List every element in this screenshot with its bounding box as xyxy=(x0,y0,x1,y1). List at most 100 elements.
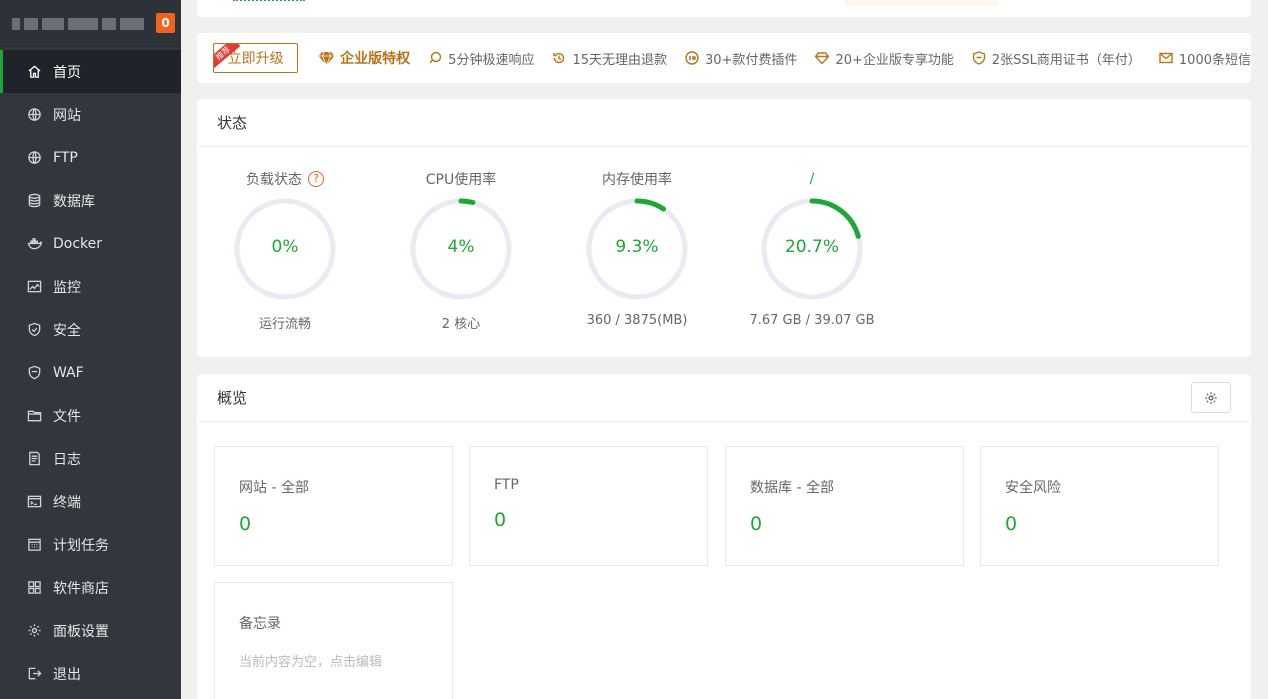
overview-value: 0 xyxy=(750,513,763,535)
gauge-ring: 0% xyxy=(233,197,337,301)
notification-badge[interactable]: 0 xyxy=(156,13,175,33)
gauge-value: 4% xyxy=(447,237,475,257)
overview-security-risk[interactable]: 安全风险 0 xyxy=(980,446,1219,566)
upgrade-banner: 推荐 立即升级 企业版特权 5分钟极速响应 15天无理由退款 30+款付费插件 … xyxy=(197,33,1251,83)
feature-refund[interactable]: 15天无理由退款 xyxy=(552,49,667,68)
terminal-icon xyxy=(26,494,42,510)
feature-exclusive[interactable]: 20+企业版专享功能 xyxy=(815,49,954,68)
overview-websites[interactable]: 网站 - 全部 0 xyxy=(214,446,453,566)
overview-value: 0 xyxy=(494,509,507,531)
feature-plugins[interactable]: 30+款付费插件 xyxy=(685,49,797,68)
sidebar-item-security[interactable]: 安全 xyxy=(0,308,181,351)
overview-label: FTP xyxy=(494,477,519,493)
upgrade-now-button[interactable]: 推荐 立即升级 xyxy=(213,43,299,73)
sidebar-item-settings[interactable]: 面板设置 xyxy=(0,609,181,652)
home-icon xyxy=(26,64,42,80)
gauge-memory[interactable]: 内存使用率 9.3% 360 / 3875(MB) xyxy=(567,169,707,328)
feature-label: 20+企业版专享功能 xyxy=(835,52,954,68)
top-card-partial xyxy=(197,0,1251,17)
sidebar-item-label: WAF xyxy=(53,364,84,381)
plugin-count-icon xyxy=(685,51,699,65)
sidebar-item-label: 退出 xyxy=(53,666,81,683)
overview-label: 网站 - 全部 xyxy=(239,480,309,496)
sidebar-item-docker[interactable]: Docker xyxy=(0,222,181,265)
logout-icon xyxy=(26,666,42,682)
enterprise-title-label: 企业版特权 xyxy=(340,51,411,67)
memo-hint: 当前内容为空，点击编辑 xyxy=(239,655,383,670)
sidebar-item-logout[interactable]: 退出 xyxy=(0,652,181,695)
green-progress-line xyxy=(233,0,305,1)
status-card: 状态 负载状态 ? 0% 运行流畅 CPU使用率 4% 2 核心 内存使用率 9… xyxy=(197,99,1251,357)
sidebar-item-label: 首页 xyxy=(53,64,81,81)
sidebar-item-label: 软件商店 xyxy=(53,580,109,597)
gear-icon xyxy=(1205,391,1217,404)
feature-fast-response[interactable]: 5分钟极速响应 xyxy=(428,49,534,68)
overview-label: 数据库 - 全部 xyxy=(750,480,834,496)
shield-icon xyxy=(26,322,42,338)
gauge-title: CPU使用率 xyxy=(425,172,497,188)
sidebar-item-store[interactable]: 软件商店 xyxy=(0,566,181,609)
sidebar-item-label: 日志 xyxy=(53,451,81,468)
feature-label: 15天无理由退款 xyxy=(572,52,667,68)
overview-settings-button[interactable] xyxy=(1191,382,1231,413)
docker-icon xyxy=(26,236,42,252)
gauge-footnote: 360 / 3875(MB) xyxy=(586,313,688,328)
feature-label: 5分钟极速响应 xyxy=(448,52,535,68)
mail-icon xyxy=(1159,51,1173,65)
sidebar-item-label: FTP xyxy=(53,149,78,166)
sidebar-item-cron[interactable]: 计划任务 xyxy=(0,523,181,566)
database-icon xyxy=(26,193,42,209)
gauge-title: / xyxy=(809,171,815,187)
sidebar-item-monitor[interactable]: 监控 xyxy=(0,265,181,308)
sidebar-item-terminal[interactable]: 终端 xyxy=(0,480,181,523)
sidebar-item-label: 监控 xyxy=(53,279,81,296)
gauge-value: 0% xyxy=(271,237,299,257)
gauge-footnote: 2 核心 xyxy=(441,317,481,332)
monitor-icon xyxy=(26,279,42,295)
sidebar-item-label: 文件 xyxy=(53,408,81,425)
overview-label: 安全风险 xyxy=(1005,480,1061,496)
overview-header: 概览 xyxy=(197,374,1251,422)
brand-bar: 0 xyxy=(0,0,181,47)
calendar-icon xyxy=(26,537,42,553)
sidebar: 0 首页 网站 FTP 数据库 Docker 监控 安全 WAF 文件 日志 终… xyxy=(0,0,181,699)
gauge-ring: 20.7% xyxy=(760,197,864,301)
enterprise-title[interactable]: 企业版特权 xyxy=(318,48,410,68)
folder-icon xyxy=(26,408,42,424)
apps-icon xyxy=(26,580,42,596)
memo-box[interactable]: 备忘录 当前内容为空，点击编辑 xyxy=(214,582,453,699)
sidebar-item-label: 数据库 xyxy=(53,193,95,210)
gauge-value: 9.3% xyxy=(615,237,659,257)
feature-ssl[interactable]: 2张SSL商用证书（年付） xyxy=(972,49,1141,68)
sidebar-item-ftp[interactable]: FTP xyxy=(0,136,181,179)
sidebar-item-label: 网站 xyxy=(53,107,81,124)
gauge-cpu[interactable]: CPU使用率 4% 2 核心 xyxy=(391,169,531,332)
log-icon xyxy=(26,451,42,467)
overview-card: 概览 网站 - 全部 0 FTP 0 数据库 - 全部 0 安全风险 0 备忘录… xyxy=(197,374,1251,699)
overview-title: 概览 xyxy=(217,389,248,407)
diamond-outline-icon xyxy=(815,51,830,65)
sidebar-item-website[interactable]: 网站 xyxy=(0,93,181,136)
sidebar-item-files[interactable]: 文件 xyxy=(0,394,181,437)
sidebar-item-logs[interactable]: 日志 xyxy=(0,437,181,480)
sidebar-item-waf[interactable]: WAF xyxy=(0,351,181,394)
waf-shield-icon xyxy=(26,365,42,381)
sidebar-item-label: 计划任务 xyxy=(53,537,109,554)
gauge-ring: 9.3% xyxy=(585,197,689,301)
sidebar-item-database[interactable]: 数据库 xyxy=(0,179,181,222)
sidebar-item-label: 终端 xyxy=(53,494,81,511)
gauge-disk[interactable]: / 20.7% 7.67 GB / 39.07 GB xyxy=(742,169,882,328)
overview-databases[interactable]: 数据库 - 全部 0 xyxy=(725,446,964,566)
gauge-title-label: 负载状态 xyxy=(246,172,302,188)
globe-icon xyxy=(26,150,42,166)
help-icon[interactable]: ? xyxy=(308,171,324,187)
feature-sms[interactable]: 1000条短信 xyxy=(1159,49,1251,68)
gauge-ring: 4% xyxy=(409,197,513,301)
gauge-load[interactable]: 负载状态 ? 0% 运行流畅 xyxy=(215,169,355,332)
overview-value: 0 xyxy=(1005,513,1018,535)
sidebar-menu: 首页 网站 FTP 数据库 Docker 监控 安全 WAF 文件 日志 终端 … xyxy=(0,50,181,695)
sidebar-item-home[interactable]: 首页 xyxy=(0,50,181,93)
overview-ftp[interactable]: FTP 0 xyxy=(469,446,708,566)
notice-strip xyxy=(845,0,999,6)
sidebar-item-label: 面板设置 xyxy=(53,623,109,640)
